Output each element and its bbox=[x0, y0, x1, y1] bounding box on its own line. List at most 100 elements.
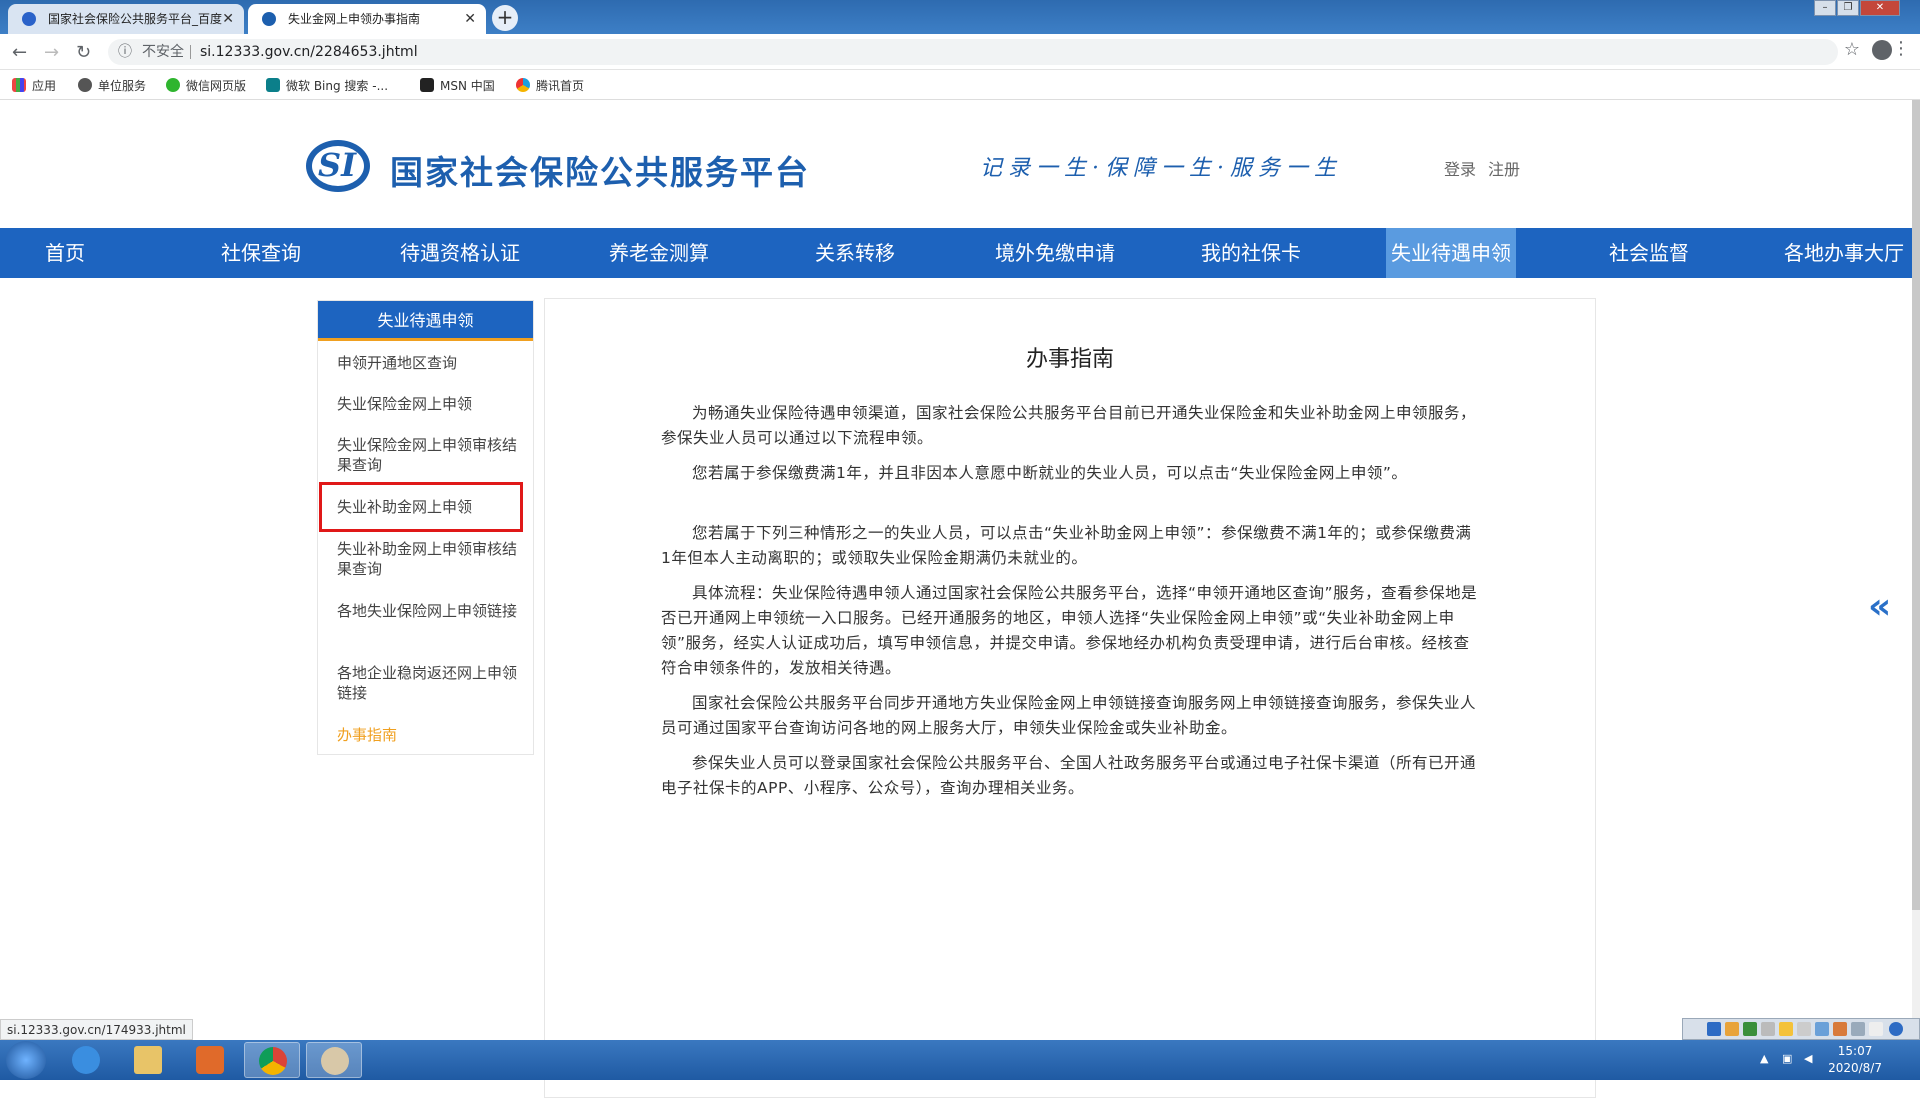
close-tab-icon[interactable]: ✕ bbox=[464, 4, 476, 34]
ime-settings-icon[interactable] bbox=[1851, 1022, 1865, 1036]
paint-icon bbox=[321, 1047, 349, 1075]
tray-clock[interactable]: 15:07 2020/8/7 bbox=[1828, 1043, 1882, 1077]
si-favicon-icon bbox=[262, 12, 276, 26]
logo-text: SI bbox=[318, 146, 357, 184]
sidebar-item-local-links[interactable]: 各地失业保险网上申领链接 bbox=[337, 601, 522, 621]
double-chevron-left-icon[interactable]: « bbox=[1868, 586, 1891, 627]
paragraph: 具体流程：失业保险待遇申领人通过国家社会保险公共服务平台，选择“申领开通地区查询… bbox=[661, 584, 1478, 677]
nav-home[interactable]: 首页 bbox=[0, 228, 130, 278]
info-icon[interactable]: ⓘ bbox=[118, 39, 132, 65]
nav-my-card[interactable]: 我的社保卡 bbox=[1186, 228, 1316, 278]
folder-icon bbox=[134, 1046, 162, 1074]
scrollbar-thumb[interactable] bbox=[1912, 100, 1920, 910]
nav-pension-calculator[interactable]: 养老金测算 bbox=[590, 228, 728, 278]
sidebar-item-guide[interactable]: 办事指南 bbox=[337, 725, 522, 745]
network-icon[interactable]: ▣ bbox=[1782, 1052, 1796, 1066]
paragraph: 您若属于下列三种情形之一的失业人员，可以点击“失业补助金网上申领”：参保缴费不满… bbox=[661, 524, 1472, 567]
chrome-icon bbox=[259, 1047, 287, 1075]
profile-avatar-icon[interactable] bbox=[1872, 40, 1892, 60]
bookmark-bing[interactable]: 微软 Bing 搜索 -... bbox=[266, 77, 388, 94]
sidebar-item-job-stability-links[interactable]: 各地企业稳岗返还网上申领链接 bbox=[337, 663, 522, 703]
nav-relationship-transfer[interactable]: 关系转移 bbox=[790, 228, 920, 278]
bookmark-apps[interactable]: 应用 bbox=[12, 77, 56, 94]
taskbar-media[interactable] bbox=[182, 1042, 238, 1078]
omnibox[interactable]: ⓘ 不安全 si.12333.gov.cn/2284653.jhtml bbox=[108, 39, 1838, 65]
tab-baidu[interactable]: 国家社会保险公共服务平台_百度 ✕ bbox=[8, 4, 244, 34]
bookmark-label: 微软 Bing 搜索 -... bbox=[286, 79, 389, 93]
nav-unemployment-benefit[interactable]: 失业待遇申领 bbox=[1386, 228, 1516, 278]
bookmark-tencent[interactable]: 腾讯首页 bbox=[516, 77, 584, 94]
sidebar-item-subsidy-result[interactable]: 失业补助金网上申领审核结果查询 bbox=[337, 539, 522, 579]
paragraph: 为畅通失业保险待遇申领渠道，国家社会保险公共服务平台目前已开通失业保险金和失业补… bbox=[661, 404, 1477, 447]
nav-overseas-exemption[interactable]: 境外免缴申请 bbox=[980, 228, 1130, 278]
paragraph: 国家社会保险公共服务平台同步开通地方失业保险金网上申领链接查询服务网上申领链接查… bbox=[661, 694, 1477, 737]
nav-local-service-halls[interactable]: 各地办事大厅 bbox=[1776, 228, 1912, 278]
ie-icon bbox=[72, 1046, 100, 1074]
ime-punct-icon[interactable] bbox=[1761, 1022, 1775, 1036]
close-window-button[interactable]: ✕ bbox=[1860, 0, 1900, 16]
sidebar-item-insurance-apply[interactable]: 失业保险金网上申领 bbox=[337, 394, 522, 414]
ime-mode-icon[interactable] bbox=[1707, 1022, 1721, 1036]
sidebar-title: 失业待遇申领 bbox=[318, 301, 533, 341]
ime-lang-icon[interactable] bbox=[1743, 1022, 1757, 1036]
login-link[interactable]: 登录 bbox=[1444, 156, 1476, 180]
back-icon[interactable]: ← bbox=[12, 42, 27, 63]
restore-button[interactable]: ❐ bbox=[1837, 0, 1859, 16]
forward-icon[interactable]: → bbox=[44, 42, 59, 63]
reload-icon[interactable]: ↻ bbox=[76, 42, 91, 63]
nav-benefit-qualification[interactable]: 待遇资格认证 bbox=[386, 228, 534, 278]
kebab-menu-icon[interactable]: ⋮ bbox=[1892, 38, 1910, 59]
tab-guide[interactable]: 失业金网上申领办事指南 ✕ bbox=[248, 4, 486, 34]
taskbar-paint[interactable] bbox=[306, 1042, 362, 1078]
ime-help-icon[interactable] bbox=[1889, 1022, 1903, 1036]
wechat-icon bbox=[166, 78, 180, 92]
ime-skin-icon[interactable] bbox=[1725, 1022, 1739, 1036]
bookmark-star-icon[interactable]: ☆ bbox=[1844, 39, 1860, 60]
minimize-button[interactable]: – bbox=[1814, 0, 1836, 16]
close-tab-icon[interactable]: ✕ bbox=[222, 4, 234, 34]
bookmark-label: 单位服务 bbox=[98, 79, 147, 93]
tab-title: 失业金网上申领办事指南 bbox=[288, 12, 421, 26]
ime-softkey-icon[interactable] bbox=[1797, 1022, 1811, 1036]
url-text[interactable]: si.12333.gov.cn/2284653.jhtml bbox=[200, 39, 418, 65]
bookmark-label: 微信网页版 bbox=[186, 79, 247, 93]
nav-social-insurance-query[interactable]: 社保查询 bbox=[196, 228, 326, 278]
site-name[interactable]: 国家社会保险公共服务平台 bbox=[390, 146, 810, 194]
status-url: si.12333.gov.cn/174933.jhtml bbox=[0, 1019, 193, 1040]
globe-icon bbox=[78, 78, 92, 92]
ime-tool-icon[interactable] bbox=[1833, 1022, 1847, 1036]
nav-social-supervision[interactable]: 社会监督 bbox=[1584, 228, 1714, 278]
bookmark-wechat[interactable]: 微信网页版 bbox=[166, 77, 246, 94]
clock-date: 2020/8/7 bbox=[1828, 1061, 1882, 1075]
bookmark-msn[interactable]: MSN 中国 bbox=[420, 77, 495, 94]
bookmark-unit-service[interactable]: 单位服务 bbox=[78, 77, 146, 94]
taskbar-explorer[interactable] bbox=[120, 1042, 176, 1078]
bookmark-label: MSN 中国 bbox=[440, 79, 495, 93]
site-slogan: 记录一生·保障一生·服务一生 bbox=[980, 156, 1342, 181]
taskbar-ie[interactable] bbox=[58, 1042, 114, 1078]
sidebar-item-region-query[interactable]: 申领开通地区查询 bbox=[337, 353, 522, 373]
media-player-icon bbox=[196, 1046, 224, 1074]
content-panel: 办事指南 为畅通失业保险待遇申领渠道，国家社会保险公共服务平台目前已开通失业保险… bbox=[544, 298, 1596, 1098]
sidebar-item-insurance-result[interactable]: 失业保险金网上申领审核结果查询 bbox=[337, 435, 522, 475]
bookmarks-bar: 应用 单位服务 微信网页版 微软 Bing 搜索 -... MSN 中国 腾讯首… bbox=[0, 70, 1920, 100]
si-logo-icon[interactable]: SI bbox=[306, 140, 370, 192]
tray-expand-icon[interactable]: ▲ bbox=[1760, 1052, 1774, 1066]
volume-muted-icon[interactable]: ◀ bbox=[1804, 1052, 1818, 1066]
ime-keyboard-icon[interactable] bbox=[1815, 1022, 1829, 1036]
bing-icon bbox=[266, 78, 280, 92]
new-tab-button[interactable]: + bbox=[492, 5, 518, 31]
address-toolbar: ← → ↻ ⓘ 不安全 si.12333.gov.cn/2284653.jhtm… bbox=[0, 34, 1920, 70]
main-nav: 首页 社保查询 待遇资格认证 养老金测算 关系转移 境外免缴申请 我的社保卡 失… bbox=[0, 228, 1912, 278]
ime-doc-icon[interactable] bbox=[1869, 1022, 1883, 1036]
red-highlight-box bbox=[319, 482, 523, 532]
start-button[interactable] bbox=[6, 1041, 46, 1079]
clock-time: 15:07 bbox=[1837, 1044, 1873, 1058]
paragraph: 参保失业人员可以登录国家社会保险公共服务平台、全国人社政务服务平台或通过电子社保… bbox=[661, 754, 1477, 797]
bookmark-label: 腾讯首页 bbox=[536, 79, 585, 93]
windows-taskbar: ▲ ▣ ◀ 15:07 2020/8/7 bbox=[0, 1040, 1920, 1080]
site-header: SI 国家社会保险公共服务平台 记录一生·保障一生·服务一生 登录 注册 bbox=[0, 100, 1912, 228]
register-link[interactable]: 注册 bbox=[1488, 156, 1520, 180]
ime-moon-icon[interactable] bbox=[1779, 1022, 1793, 1036]
taskbar-chrome[interactable] bbox=[244, 1042, 300, 1078]
